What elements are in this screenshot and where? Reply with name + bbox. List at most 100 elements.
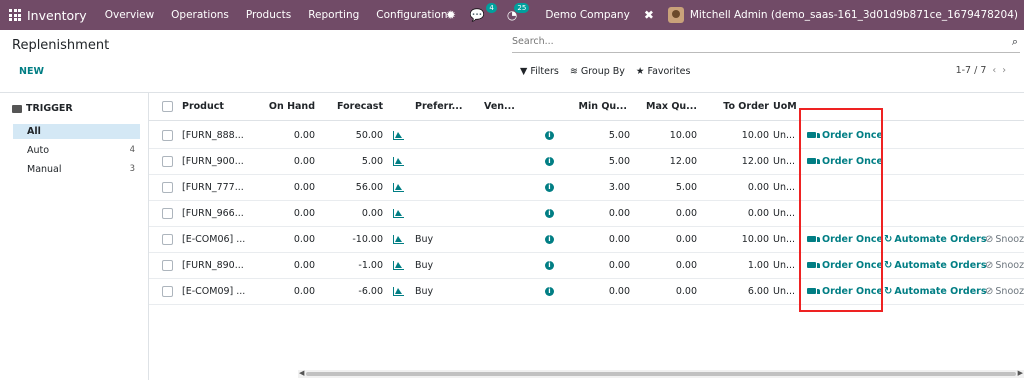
favorites-button[interactable]: ★ Favorites [636,66,690,77]
forecast-chart-icon[interactable] [393,156,404,166]
automate-orders-button[interactable]: ↻ Automate Orders [884,252,987,278]
to-order-cell[interactable]: 10.00 [701,226,769,252]
col-preferred-route[interactable]: Preferr... [415,92,463,120]
table-row[interactable]: [FURN_888... 0.00 50.00 i 5.00 10.00 10.00 Un..… [149,122,1024,149]
menu-configuration[interactable]: Configuration [376,9,447,21]
automate-orders-button[interactable]: ↻ Automate Orders [884,226,987,252]
pager-prev-icon[interactable]: ‹ [992,65,996,76]
menu-overview[interactable]: Overview [105,9,154,21]
menu-products[interactable]: Products [246,9,291,21]
to-order-cell[interactable]: 0.00 [701,200,769,226]
min-qty-cell[interactable]: 0.00 [559,226,630,252]
forecast-chart-icon[interactable] [393,208,404,218]
clock-icon[interactable]: ◔ 25 [507,3,530,22]
row-checkbox[interactable] [162,181,173,193]
max-qty-cell[interactable]: 0.00 [629,278,697,304]
snooze-button[interactable]: ⊘ Snooz [985,226,1024,252]
row-checkbox[interactable] [162,155,173,167]
col-to-order[interactable]: To Order [701,92,769,120]
min-qty-cell[interactable]: 0.00 [559,252,630,278]
info-icon[interactable]: i [545,208,554,218]
row-checkbox[interactable] [162,259,173,271]
col-on-hand[interactable]: On Hand [259,92,315,120]
sidebar-item-manual[interactable]: Manual 3 [13,162,140,177]
sidebar-item-all[interactable]: All [13,124,140,139]
info-icon[interactable]: i [545,156,554,166]
filters-button[interactable]: ▼ Filters [520,66,559,77]
scroll-right-icon[interactable]: ▶ [1018,369,1023,377]
sidebar-item-auto[interactable]: Auto 4 [13,143,140,158]
horizontal-scrollbar[interactable]: ◀ ▶ [298,369,1024,378]
forecast-chart-icon[interactable] [393,286,404,296]
route-cell[interactable]: Buy [415,278,433,304]
avatar[interactable] [667,7,684,23]
route-cell[interactable]: Buy [415,252,433,278]
to-order-cell[interactable]: 12.00 [701,148,769,174]
col-min-qty[interactable]: Min Qu... [559,92,627,120]
max-qty-cell[interactable]: 0.00 [629,226,697,252]
to-order-cell[interactable]: 6.00 [701,278,769,304]
table-row[interactable]: [E-COM06] ... 0.00 -10.00 Buy i 0.00 0.00 10.00… [149,226,1024,253]
product-cell[interactable]: [E-COM09] ... [182,278,245,304]
to-order-cell[interactable]: 0.00 [701,174,769,200]
table-row[interactable]: [FURN_890... 0.00 -1.00 Buy i 0.00 0.00 1.00 Un.… [149,252,1024,279]
bug-icon[interactable]: ✹ [446,8,456,22]
min-qty-cell[interactable]: 3.00 [559,174,630,200]
table-row[interactable]: [FURN_777... 0.00 56.00 i 3.00 5.00 0.00 Un... [149,174,1024,201]
select-all-checkbox[interactable] [162,100,173,112]
product-cell[interactable]: [FURN_900... [182,148,244,174]
snooze-button[interactable]: ⊘ Snooz [985,278,1024,304]
snooze-button[interactable]: ⊘ Snooz [985,252,1024,278]
max-qty-cell[interactable]: 12.00 [629,148,697,174]
automate-orders-button[interactable]: ↻ Automate Orders [884,278,987,304]
app-menu-icon[interactable] [9,9,21,21]
col-uom[interactable]: UoM [773,92,797,120]
product-cell[interactable]: [E-COM06] ... [182,226,245,252]
min-qty-cell[interactable]: 5.00 [559,148,630,174]
scroll-left-icon[interactable]: ◀ [299,369,304,377]
company-switcher[interactable]: Demo Company [545,9,630,21]
max-qty-cell[interactable]: 0.00 [629,200,697,226]
product-cell[interactable]: [FURN_966... [182,200,244,226]
max-qty-cell[interactable]: 0.00 [629,252,697,278]
pager-value[interactable]: 1-7 / 7 [956,65,987,76]
search-input[interactable] [512,36,982,47]
row-checkbox[interactable] [162,233,173,245]
row-checkbox[interactable] [162,207,173,219]
info-icon[interactable]: i [545,260,554,270]
max-qty-cell[interactable]: 10.00 [629,122,697,148]
forecast-chart-icon[interactable] [393,130,404,140]
scrollbar-thumb[interactable] [306,372,1016,376]
max-qty-cell[interactable]: 5.00 [629,174,697,200]
forecast-chart-icon[interactable] [393,234,404,244]
table-row[interactable]: [FURN_900... 0.00 5.00 i 5.00 12.00 12.00 Un...… [149,148,1024,175]
forecast-chart-icon[interactable] [393,260,404,270]
to-order-cell[interactable]: 10.00 [701,122,769,148]
col-forecast[interactable]: Forecast [319,92,383,120]
col-max-qty[interactable]: Max Qu... [629,92,697,120]
search-icon[interactable]: ⌕ [1012,35,1018,49]
info-icon[interactable]: i [545,182,554,192]
chat-icon[interactable]: 💬 4 [470,3,497,22]
menu-operations[interactable]: Operations [171,9,229,21]
new-button[interactable]: NEW [19,66,44,77]
to-order-cell[interactable]: 1.00 [701,252,769,278]
route-cell[interactable]: Buy [415,226,433,252]
col-product[interactable]: Product [182,92,224,120]
table-row[interactable]: [E-COM09] ... 0.00 -6.00 Buy i 0.00 0.00 6.00 Un… [149,278,1024,305]
app-name[interactable]: Inventory [27,8,87,23]
product-cell[interactable]: [FURN_890... [182,252,244,278]
menu-reporting[interactable]: Reporting [308,9,359,21]
row-checkbox[interactable] [162,129,173,141]
group-by-button[interactable]: ≋ Group By [570,66,625,77]
col-vendor[interactable]: Ven... [484,92,515,120]
tools-icon[interactable]: ✖ [644,8,654,22]
table-row[interactable]: [FURN_966... 0.00 0.00 i 0.00 0.00 0.00 Un... [149,200,1024,227]
pager-next-icon[interactable]: › [1002,65,1006,76]
min-qty-cell[interactable]: 0.00 [559,278,630,304]
product-cell[interactable]: [FURN_777... [182,174,244,200]
min-qty-cell[interactable]: 5.00 [559,122,630,148]
info-icon[interactable]: i [545,234,554,244]
user-menu[interactable]: Mitchell Admin (demo_saas-161_3d01d9b871… [690,9,1018,21]
row-checkbox[interactable] [162,285,173,297]
